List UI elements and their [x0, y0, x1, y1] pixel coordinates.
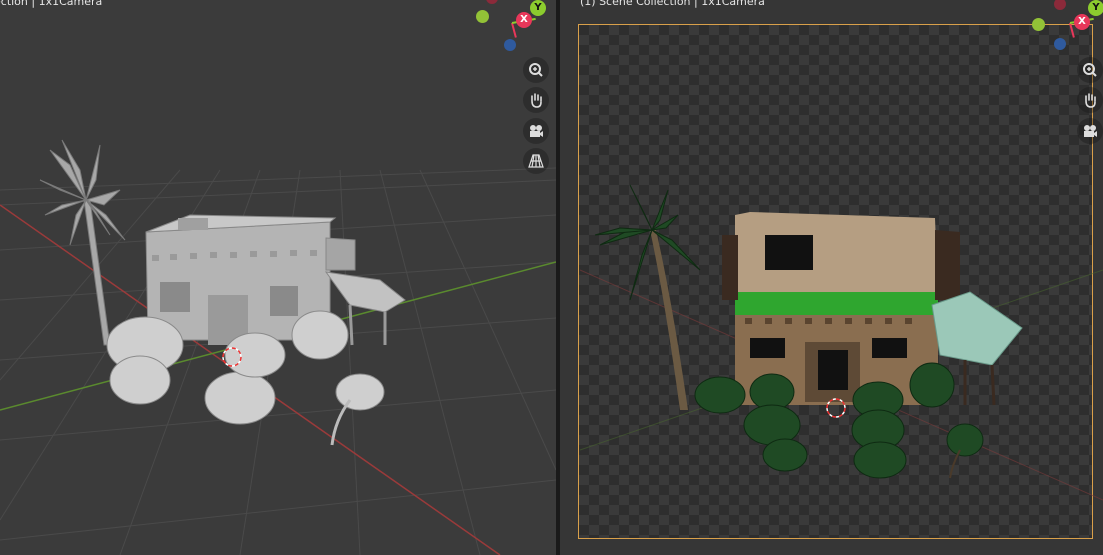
z-axis-dot[interactable]	[1054, 38, 1066, 50]
pan-button[interactable]	[1077, 87, 1103, 113]
x-axis-label[interactable]: X	[1074, 14, 1090, 30]
neg-x-axis-dot[interactable]	[486, 0, 498, 4]
scene-solid-view	[0, 139, 556, 555]
hand-pan-icon	[1085, 93, 1096, 108]
hand-pan-icon	[531, 93, 542, 108]
viewport-right[interactable]: (1) Scene Collection | 1x1Camera Y X	[560, 0, 1103, 555]
camera-view-button[interactable]	[1077, 118, 1103, 144]
z-axis-dot[interactable]	[504, 39, 516, 51]
navigation-gizmo[interactable]: Y X	[472, 0, 552, 66]
palm-tree-model	[594, 184, 701, 410]
scene-rendered-view	[579, 184, 1103, 501]
neg-y-axis-dot[interactable]	[1032, 18, 1045, 31]
zoom-button[interactable]	[1077, 57, 1103, 83]
camera-view-icon	[530, 125, 543, 137]
pan-button[interactable]	[523, 87, 549, 113]
camera-view-icon	[1084, 125, 1097, 137]
zoom-icon	[529, 63, 543, 77]
navigation-gizmo[interactable]: Y X	[1030, 0, 1103, 66]
viewport-header: ection | 1x1Camera	[0, 0, 103, 8]
neg-x-axis-dot[interactable]	[1054, 0, 1066, 10]
toggle-perspective-button[interactable]	[523, 148, 549, 174]
y-axis-label[interactable]: Y	[530, 0, 546, 16]
x-axis-label[interactable]: X	[516, 12, 532, 28]
y-axis-label[interactable]: Y	[1088, 0, 1103, 16]
zoom-icon	[1083, 63, 1097, 77]
viewport-left[interactable]: ection | 1x1Camera Y X	[0, 0, 556, 555]
grid-perspective-icon	[528, 154, 544, 168]
camera-view-button[interactable]	[523, 118, 549, 144]
house-model	[145, 214, 406, 346]
viewport-header: (1) Scene Collection | 1x1Camera	[580, 0, 765, 8]
neg-y-axis-dot[interactable]	[476, 10, 489, 23]
zoom-button[interactable]	[523, 57, 549, 83]
